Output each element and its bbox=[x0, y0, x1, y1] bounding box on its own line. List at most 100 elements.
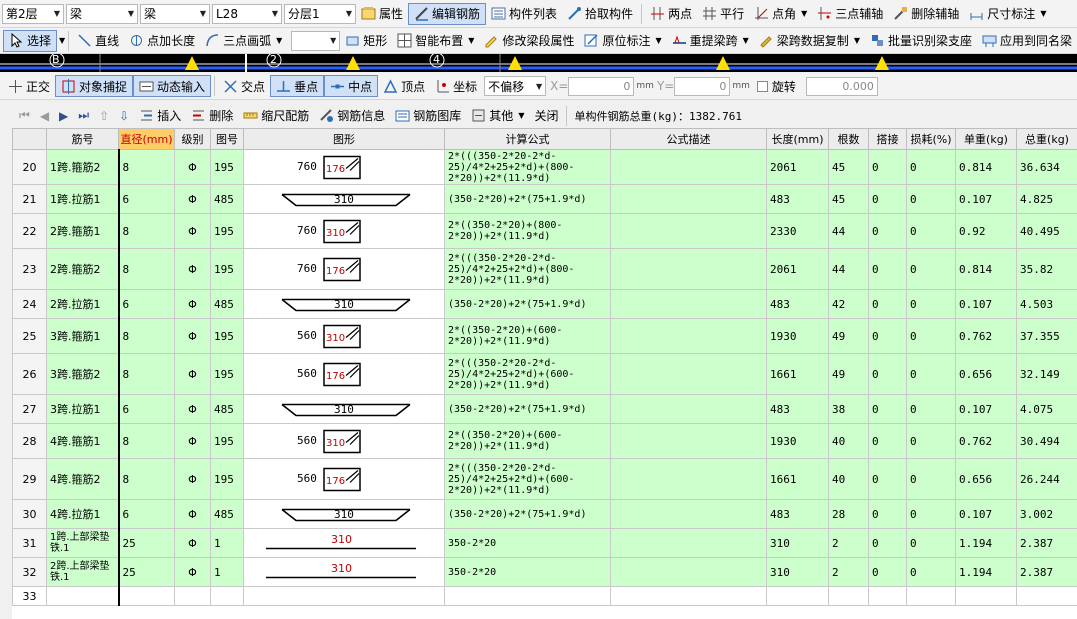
coordinate-button[interactable]: 坐标 bbox=[430, 75, 482, 97]
first-record-button[interactable]: ⏮ bbox=[14, 106, 35, 126]
copy-span-data-button[interactable]: 梁跨数据复制 ▼ bbox=[754, 30, 865, 52]
header-loss[interactable]: 损耗(%) bbox=[906, 128, 956, 150]
cell-lap[interactable]: 0 bbox=[868, 184, 907, 214]
cell-name[interactable]: 3跨.箍筋1 bbox=[46, 318, 119, 354]
cell-total-weight[interactable]: 26.244 bbox=[1016, 458, 1077, 500]
cell-formula[interactable]: (350-2*20)+2*(75+1.9*d) bbox=[444, 184, 611, 214]
cell-loss[interactable]: 0 bbox=[906, 528, 956, 558]
cell-diameter[interactable]: 25 bbox=[117, 528, 175, 558]
cell-shape[interactable]: 310 bbox=[243, 289, 445, 319]
cell-loss[interactable]: 0 bbox=[906, 394, 956, 424]
cell-unit-weight[interactable]: 1.194 bbox=[955, 528, 1017, 558]
cell-shape[interactable]: 310 bbox=[243, 184, 445, 214]
rownum[interactable]: 25 bbox=[12, 318, 47, 354]
cell-name[interactable]: 4跨.拉筋1 bbox=[46, 499, 119, 529]
cell-diameter[interactable]: 6 bbox=[117, 289, 175, 319]
empty-cell[interactable] bbox=[955, 586, 1017, 606]
snap-button[interactable]: 对象捕捉 bbox=[55, 75, 134, 97]
cell-description[interactable] bbox=[610, 499, 767, 529]
cell-total-weight[interactable]: 36.634 bbox=[1016, 149, 1077, 185]
cell-figure-no[interactable]: 195 bbox=[210, 149, 244, 185]
header-description[interactable]: 公式描述 bbox=[610, 128, 767, 150]
cell-unit-weight[interactable]: 0.656 bbox=[955, 353, 1017, 395]
cell-formula[interactable]: 2*(((350-2*20-2*d-25)/4*2+25+2*d)+(800-2… bbox=[444, 248, 611, 290]
cell-lap[interactable]: 0 bbox=[868, 557, 907, 587]
cell-count[interactable]: 49 bbox=[828, 318, 869, 354]
table-row-empty[interactable]: 33 bbox=[12, 586, 1077, 606]
cell-formula[interactable]: 2*((350-2*20)+(600-2*20))+2*(11.9*d) bbox=[444, 318, 611, 354]
member-list-button[interactable]: 构件列表 bbox=[486, 3, 562, 25]
cell-description[interactable] bbox=[610, 318, 767, 354]
cell-diameter[interactable]: 25 bbox=[117, 557, 175, 587]
delete-axis-button[interactable]: 删除辅轴 bbox=[888, 3, 964, 25]
cell-figure-no[interactable]: 485 bbox=[210, 289, 244, 319]
header-unit-weight[interactable]: 单重(kg) bbox=[955, 128, 1017, 150]
cell-shape[interactable]: 760 176 bbox=[243, 248, 445, 290]
cell-description[interactable] bbox=[610, 149, 767, 185]
cell-description[interactable] bbox=[610, 248, 767, 290]
cell-count[interactable]: 2 bbox=[828, 557, 869, 587]
cell-grade[interactable]: Φ bbox=[174, 394, 211, 424]
empty-cell[interactable] bbox=[1016, 586, 1077, 606]
cell-figure-no[interactable]: 485 bbox=[210, 499, 244, 529]
cell-figure-no[interactable]: 485 bbox=[210, 394, 244, 424]
rownum[interactable]: 28 bbox=[12, 423, 47, 459]
cell-length[interactable]: 483 bbox=[766, 184, 829, 214]
cell-loss[interactable]: 0 bbox=[906, 353, 956, 395]
cell-figure-no[interactable]: 195 bbox=[210, 423, 244, 459]
empty-cell[interactable] bbox=[868, 586, 907, 606]
line-button[interactable]: 直线 bbox=[72, 30, 124, 52]
header-name[interactable]: 筋号 bbox=[46, 128, 119, 150]
sublayer-select[interactable]: 分层1 ▼ bbox=[284, 3, 356, 24]
rownum[interactable]: 27 bbox=[12, 394, 47, 424]
cell-grade[interactable]: Φ bbox=[174, 213, 211, 249]
cell-formula[interactable]: 350-2*20 bbox=[444, 528, 611, 558]
cell-diameter[interactable]: 6 bbox=[117, 394, 175, 424]
cell-length[interactable]: 483 bbox=[766, 394, 829, 424]
edit-rebar-button[interactable]: 编辑钢筋 bbox=[408, 2, 487, 25]
cell-name[interactable]: 2跨.箍筋1 bbox=[46, 213, 119, 249]
cell-total-weight[interactable]: 3.002 bbox=[1016, 499, 1077, 529]
cell-loss[interactable]: 0 bbox=[906, 289, 956, 319]
cell-count[interactable]: 49 bbox=[828, 353, 869, 395]
cell-unit-weight[interactable]: 0.762 bbox=[955, 423, 1017, 459]
cell-loss[interactable]: 0 bbox=[906, 458, 956, 500]
header-count[interactable]: 根数 bbox=[828, 128, 869, 150]
cell-shape[interactable]: 760 176 bbox=[243, 149, 445, 185]
cell-grade[interactable]: Φ bbox=[174, 557, 211, 587]
empty-cell[interactable] bbox=[906, 586, 956, 606]
cell-unit-weight[interactable]: 0.107 bbox=[955, 499, 1017, 529]
cell-unit-weight[interactable]: 0.814 bbox=[955, 248, 1017, 290]
rotate-checkbox[interactable] bbox=[756, 80, 768, 92]
prev-record-button[interactable]: ◀ bbox=[35, 106, 54, 126]
empty-cell[interactable] bbox=[174, 586, 211, 606]
cell-unit-weight[interactable]: 0.814 bbox=[955, 149, 1017, 185]
cell-count[interactable]: 44 bbox=[828, 248, 869, 290]
cell-loss[interactable]: 0 bbox=[906, 423, 956, 459]
cell-total-weight[interactable]: 4.825 bbox=[1016, 184, 1077, 214]
cell-diameter[interactable]: 6 bbox=[117, 499, 175, 529]
rownum[interactable]: 21 bbox=[12, 184, 47, 214]
cell-loss[interactable]: 0 bbox=[906, 213, 956, 249]
cell-diameter[interactable]: 8 bbox=[117, 423, 175, 459]
cell-count[interactable]: 45 bbox=[828, 149, 869, 185]
two-point-button[interactable]: 两点 bbox=[645, 3, 697, 25]
move-down-button[interactable]: ⇩ bbox=[114, 106, 134, 126]
cell-unit-weight[interactable]: 0.656 bbox=[955, 458, 1017, 500]
cell-description[interactable] bbox=[610, 184, 767, 214]
cell-diameter[interactable]: 8 bbox=[117, 248, 175, 290]
cell-length[interactable]: 2061 bbox=[766, 248, 829, 290]
empty-cell[interactable] bbox=[117, 586, 175, 606]
cell-name[interactable]: 4跨.箍筋1 bbox=[46, 423, 119, 459]
cell-description[interactable] bbox=[610, 353, 767, 395]
point-length-button[interactable]: 点加长度 bbox=[124, 30, 200, 52]
element-select[interactable]: L28 ▼ bbox=[212, 3, 282, 24]
cell-length[interactable]: 1930 bbox=[766, 318, 829, 354]
cell-shape[interactable]: 560 176 bbox=[243, 458, 445, 500]
cell-length[interactable]: 483 bbox=[766, 499, 829, 529]
cell-shape[interactable]: 560 310 bbox=[243, 423, 445, 459]
cell-grade[interactable]: Φ bbox=[174, 423, 211, 459]
rebar-info-button[interactable]: 钢筋信息 bbox=[314, 106, 390, 126]
cell-total-weight[interactable]: 2.387 bbox=[1016, 557, 1077, 587]
cell-name[interactable]: 3跨.拉筋1 bbox=[46, 394, 119, 424]
